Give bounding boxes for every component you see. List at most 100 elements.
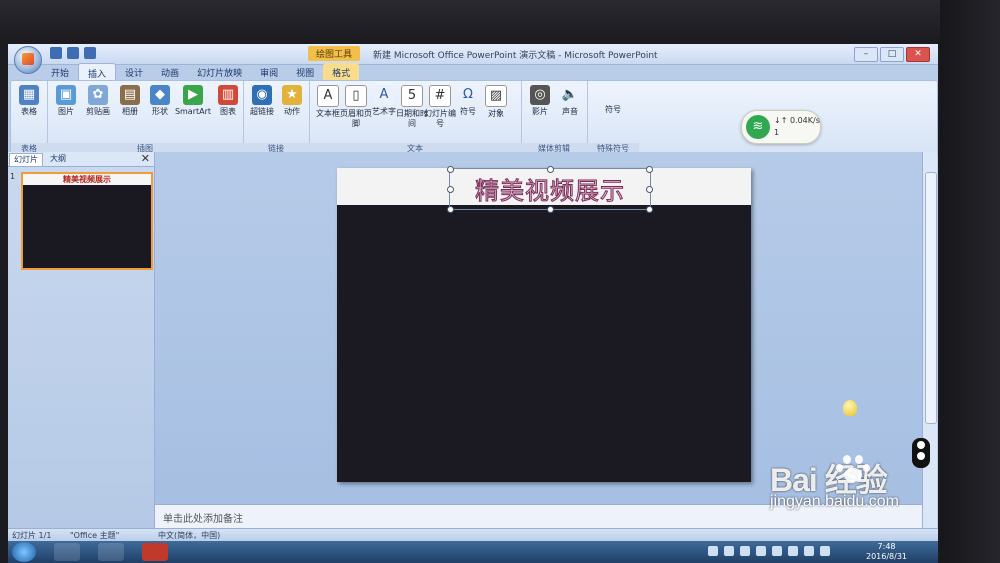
monitor-bezel-right bbox=[940, 0, 1000, 563]
object-button[interactable]: ▨ 对象 bbox=[479, 85, 513, 119]
hyperlink-button[interactable]: ◉ 超链接 bbox=[245, 85, 279, 117]
resize-handle[interactable] bbox=[447, 206, 454, 213]
film-reel-icon: ◎ bbox=[530, 85, 550, 105]
chart-button[interactable]: ▥ 图表 bbox=[211, 85, 245, 117]
tray-app-icon[interactable] bbox=[756, 546, 766, 556]
scrollbar-thumb[interactable] bbox=[925, 172, 937, 424]
clipart-button[interactable]: ✿ 剪贴画 bbox=[81, 85, 115, 117]
clock[interactable]: 7:48 2016/8/31 bbox=[866, 542, 907, 562]
group-links: ◉ 超链接 ★ 动作 链接 bbox=[243, 81, 310, 157]
special-symbol-button[interactable]: 符号 bbox=[593, 105, 633, 115]
clipart-icon: ✿ bbox=[88, 85, 108, 105]
clock-date: 2016/8/31 bbox=[866, 552, 908, 561]
picture-button[interactable]: ▣ 图片 bbox=[49, 85, 83, 117]
resize-handle[interactable] bbox=[447, 186, 454, 193]
object-label: 对象 bbox=[488, 109, 504, 118]
resize-handle[interactable] bbox=[646, 166, 653, 173]
group-text: A 文本框 ▯ 页眉和页脚 A 艺术字 5 日期和时间 # 幻灯片编号 Ω 符号 bbox=[309, 81, 522, 157]
globe-icon: ◉ bbox=[252, 85, 272, 105]
slide-number-icon: # bbox=[429, 85, 451, 107]
action-button[interactable]: ★ 动作 bbox=[275, 85, 309, 117]
picture-icon: ▣ bbox=[56, 85, 76, 105]
sound-label: 声音 bbox=[562, 107, 578, 116]
lightbulb-icon bbox=[843, 400, 857, 416]
tray-usb-icon[interactable] bbox=[740, 546, 750, 556]
thumbnail-number: 1 bbox=[10, 172, 16, 181]
shapes-button[interactable]: ◆ 形状 bbox=[143, 85, 177, 117]
notes-placeholder: 单击此处添加备注 bbox=[163, 514, 243, 525]
slides-panel: 幻灯片 大纲 ✕ 1 精美视频展示 bbox=[8, 152, 155, 528]
resize-handle[interactable] bbox=[447, 166, 454, 173]
browser-icon[interactable] bbox=[98, 543, 124, 561]
tray-flag-icon[interactable] bbox=[788, 546, 798, 556]
slide-canvas[interactable]: 精美视频展示 bbox=[337, 166, 751, 482]
page-icon: ▯ bbox=[345, 85, 367, 107]
window-controls: – □ ✕ bbox=[854, 47, 930, 62]
resize-handle[interactable] bbox=[646, 186, 653, 193]
speaker-icon: 🔈 bbox=[561, 87, 579, 102]
movie-button[interactable]: ◎ 影片 bbox=[523, 85, 557, 117]
redo-icon[interactable] bbox=[84, 47, 96, 59]
shapes-label: 形状 bbox=[152, 107, 168, 116]
star-icon: ★ bbox=[282, 85, 302, 105]
action-label: 动作 bbox=[284, 107, 300, 116]
album-label: 相册 bbox=[122, 107, 138, 116]
quick-access-toolbar bbox=[50, 47, 96, 59]
vertical-scrollbar[interactable] bbox=[922, 152, 937, 528]
slide-title[interactable]: 精美视频展示 bbox=[450, 171, 650, 206]
dot-icon bbox=[917, 452, 925, 460]
tab-outline[interactable]: 大纲 bbox=[46, 153, 70, 165]
start-button[interactable] bbox=[12, 542, 36, 562]
tray-network-icon[interactable] bbox=[772, 546, 782, 556]
title-textbox[interactable]: 精美视频展示 bbox=[447, 166, 653, 213]
hyperlink-label: 超链接 bbox=[250, 107, 274, 116]
close-button[interactable]: ✕ bbox=[906, 47, 930, 62]
smartart-button[interactable]: ▶ SmartArt bbox=[173, 85, 213, 117]
monitor-bezel-top bbox=[0, 0, 1000, 44]
dot-icon bbox=[917, 441, 925, 449]
slide-thumbnail[interactable]: 精美视频展示 bbox=[21, 172, 153, 270]
textbox-icon: A bbox=[317, 85, 339, 107]
tray-s-icon[interactable] bbox=[708, 546, 718, 556]
album-button[interactable]: ▤ 相册 bbox=[113, 85, 147, 117]
slide-editor: 精美视频展示 bbox=[155, 152, 922, 504]
status-bar: 幻灯片 1/1 "Office 主题" 中文(简体，中国) bbox=[8, 528, 938, 542]
wordart-icon: A bbox=[374, 85, 394, 105]
resize-handle[interactable] bbox=[646, 206, 653, 213]
undo-icon[interactable] bbox=[67, 47, 79, 59]
shapes-icon: ◆ bbox=[150, 85, 170, 105]
network-speed: ↓↑ 0.04K/s bbox=[774, 116, 820, 125]
object-icon: ▨ bbox=[485, 85, 507, 107]
thumbnail-title: 精美视频展示 bbox=[23, 174, 151, 185]
resize-handle[interactable] bbox=[547, 166, 554, 173]
taskbar: 7:48 2016/8/31 bbox=[8, 541, 938, 563]
tray-volume-icon[interactable] bbox=[804, 546, 814, 556]
network-device-count: 1 bbox=[774, 128, 780, 137]
office-button[interactable] bbox=[14, 46, 42, 74]
panel-close-icon[interactable]: ✕ bbox=[141, 152, 150, 165]
group-illustrations: ▣ 图片 ✿ 剪贴画 ▤ 相册 ◆ 形状 ▶ SmartArt ▥ 图表 插图 bbox=[47, 81, 244, 157]
wifi-icon: ≋ bbox=[746, 115, 770, 139]
table-button[interactable]: ▦ 表格 bbox=[12, 85, 46, 117]
sound-button[interactable]: 🔈 声音 bbox=[553, 85, 587, 117]
album-icon: ▤ bbox=[120, 85, 140, 105]
status-theme: "Office 主题" bbox=[70, 531, 120, 540]
powerpoint-taskbar-icon[interactable] bbox=[142, 543, 168, 561]
chart-label: 图表 bbox=[220, 107, 236, 116]
floating-side-control[interactable] bbox=[912, 438, 930, 468]
save-icon[interactable] bbox=[50, 47, 62, 59]
picture-label: 图片 bbox=[58, 107, 74, 116]
tray-display-icon[interactable] bbox=[820, 546, 830, 556]
maximize-button[interactable]: □ bbox=[880, 47, 904, 62]
textbox-label: 文本框 bbox=[316, 109, 340, 118]
contextual-tool-label: 绘图工具 bbox=[308, 46, 361, 61]
ie-icon[interactable] bbox=[54, 543, 80, 561]
tab-slides[interactable]: 幻灯片 bbox=[9, 153, 43, 166]
chart-icon: ▥ bbox=[218, 85, 238, 105]
network-speed-widget[interactable]: ≋ ↓↑ 0.04K/s 1 bbox=[741, 110, 821, 144]
calendar-icon: 5 bbox=[401, 85, 423, 107]
group-media: ◎ 影片 🔈 声音 媒体剪辑 bbox=[521, 81, 588, 157]
minimize-button[interactable]: – bbox=[854, 47, 878, 62]
tray-wifi-icon[interactable] bbox=[724, 546, 734, 556]
resize-handle[interactable] bbox=[547, 206, 554, 213]
